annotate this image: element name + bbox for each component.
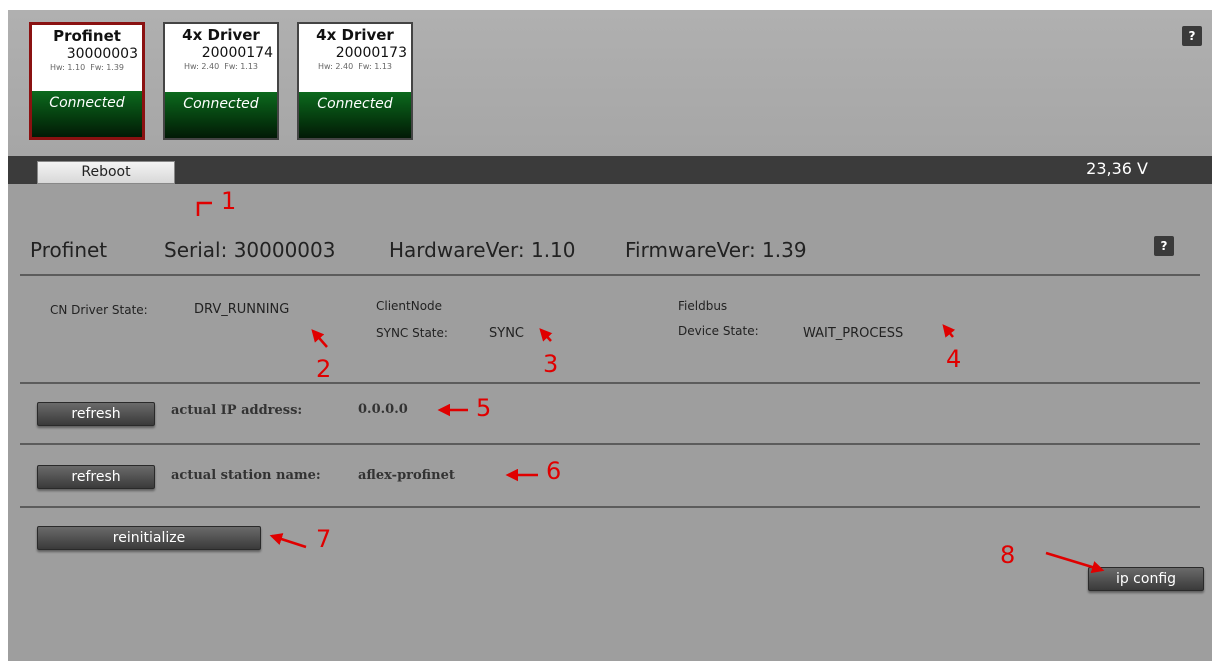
- annotation-arrow-7: [269, 533, 307, 549]
- annotation-arrow-3: [539, 328, 553, 342]
- annotation-arrow-4: [942, 324, 956, 338]
- annotation-arrow-1: [196, 201, 212, 216]
- annotation-arrow-2: [311, 329, 328, 348]
- annotation-arrows: [196, 201, 1105, 574]
- annotation-arrow-8: [1045, 551, 1105, 574]
